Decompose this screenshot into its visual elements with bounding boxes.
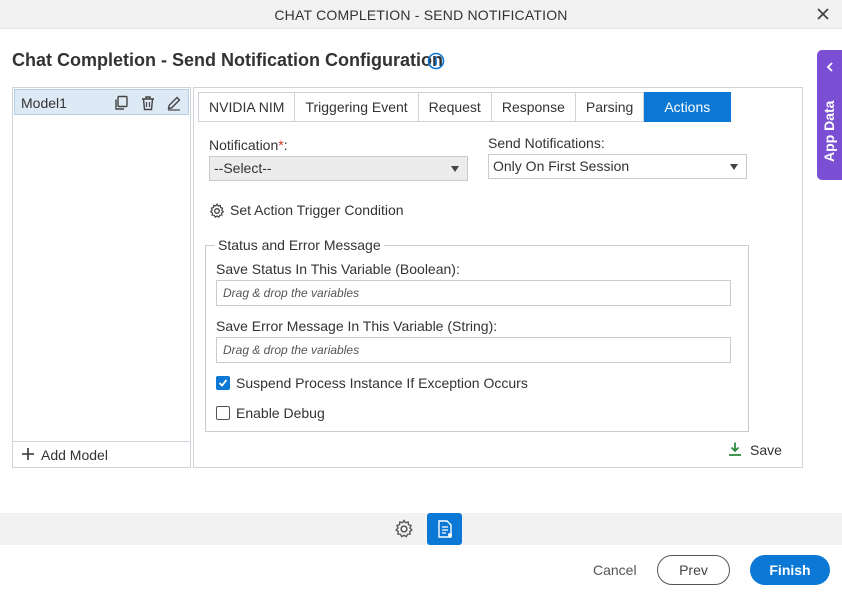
add-model-label: Add Model [41,447,108,463]
tab-bar: NVIDIA NIM Triggering Event Request Resp… [198,92,732,122]
suspend-process-checkbox[interactable] [216,376,230,390]
tab-parsing[interactable]: Parsing [575,92,645,122]
info-icon[interactable] [427,52,445,70]
edit-icon[interactable] [166,95,182,111]
enable-debug-checkbox[interactable] [216,406,230,420]
caret-down-icon [730,164,738,170]
tab-request[interactable]: Request [418,92,492,122]
save-status-label: Save Status In This Variable (Boolean): [216,261,460,277]
suspend-process-label: Suspend Process Instance If Exception Oc… [236,375,528,391]
save-status-placeholder: Drag & drop the variables [223,286,360,300]
download-icon [727,441,743,457]
notification-select[interactable]: --Select-- [209,156,468,181]
plus-icon [21,447,35,461]
model-item-label: Model1 [21,95,67,111]
finish-button[interactable]: Finish [750,555,830,585]
save-error-input[interactable]: Drag & drop the variables [216,337,731,363]
cancel-button[interactable]: Cancel [593,562,637,578]
send-notifications-select[interactable]: Only On First Session [488,154,747,179]
tab-nvidia-nim[interactable]: NVIDIA NIM [198,92,296,122]
status-error-group-title: Status and Error Message [215,237,384,253]
save-error-label: Save Error Message In This Variable (Str… [216,318,498,334]
caret-down-icon [451,166,459,172]
copy-icon[interactable] [113,95,129,111]
save-button-label: Save [750,442,782,458]
save-error-placeholder: Drag & drop the variables [223,343,360,357]
add-model-button[interactable]: Add Model [13,441,190,467]
dialog-title-bar: CHAT COMPLETION - SEND NOTIFICATION [0,0,842,29]
notification-label-colon: : [283,137,288,153]
gear-icon [209,203,225,219]
send-notifications-value: Only On First Session [493,158,630,174]
tab-response[interactable]: Response [491,92,576,122]
prev-button[interactable]: Prev [657,555,730,585]
delete-icon[interactable] [140,95,156,111]
status-error-group: Status and Error Message Save Status In … [205,237,749,432]
close-icon[interactable] [814,5,832,23]
model-item[interactable]: Model1 [14,89,189,115]
bottom-toolbar [0,513,842,545]
notification-label: Notification*: [209,137,288,153]
enable-debug-label: Enable Debug [236,405,325,421]
notification-label-text: Notification [209,137,279,153]
configuration-panel: NVIDIA NIM Triggering Event Request Resp… [193,87,803,468]
notification-select-value: --Select-- [214,160,272,176]
settings-gear-icon[interactable] [394,519,414,539]
dialog-title: CHAT COMPLETION - SEND NOTIFICATION [274,7,568,23]
save-status-input[interactable]: Drag & drop the variables [216,280,731,306]
page-title: Chat Completion - Send Notification Conf… [12,50,443,70]
send-notifications-label: Send Notifications: [488,135,605,151]
app-data-label: App Data [821,100,837,162]
tab-actions[interactable]: Actions [644,92,732,122]
document-settings-icon[interactable] [427,513,462,545]
set-action-trigger-condition-label: Set Action Trigger Condition [230,202,404,218]
chevron-left-icon [824,60,836,72]
model-list-panel: Model1 Add Model [12,87,191,468]
tab-triggering-event[interactable]: Triggering Event [295,92,419,122]
app-data-tab[interactable]: App Data [817,50,842,180]
